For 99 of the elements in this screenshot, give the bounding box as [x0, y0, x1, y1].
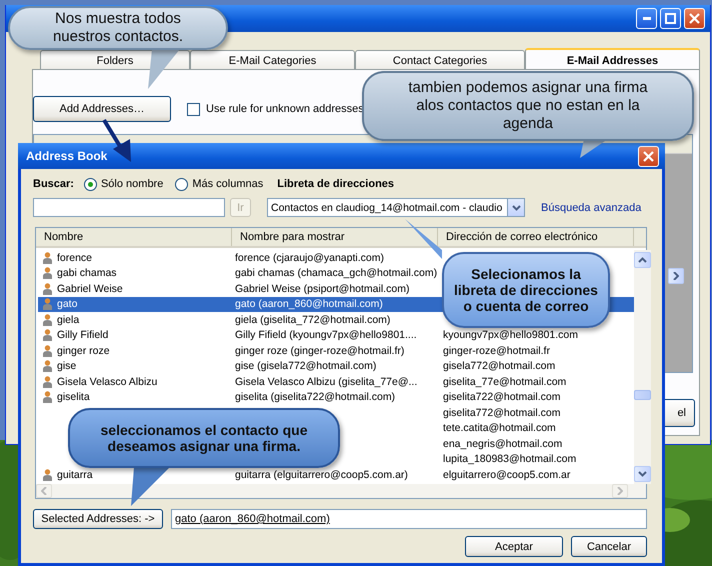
callout-pointer [146, 49, 182, 91]
table-cell: gato (aaron_860@hotmail.com) [235, 298, 383, 310]
window-title: Address Book [26, 149, 108, 163]
contact-icon [43, 329, 52, 342]
checkbox-label: Use rule for unknown addresses [206, 103, 364, 115]
callout-pointer [128, 467, 172, 507]
search-field[interactable] [33, 198, 225, 217]
table-cell: gato [57, 298, 78, 310]
chevron-right-icon [617, 487, 623, 495]
contact-icon [43, 344, 52, 357]
table-cell: gabi chamas [57, 267, 117, 280]
list-row[interactable]: Gisela Velasco Albizu Gisela Velasco Albizu (giselita_77e@... giselita_77e@hotmail.com [38, 374, 634, 390]
callout-tooltip: seleccionamos el contacto que deseamos asignar una firma. [68, 408, 340, 468]
address-book-label: Libreta de direcciones [277, 178, 394, 190]
dropdown-button[interactable] [507, 198, 525, 217]
checkbox[interactable] [187, 102, 200, 116]
contact-icon [43, 267, 52, 280]
callout-tooltip: Nos muestra todos nuestros contactos. [8, 6, 228, 50]
list-row[interactable]: forence forence (cjaraujo@yanapti.com) [38, 250, 438, 266]
minimize-button[interactable] [636, 8, 657, 29]
contact-icon [43, 376, 52, 388]
list-row[interactable]: giselita giselita (giselita722@hotmail.com) giselita722@hotmail.com [38, 390, 634, 405]
column-header[interactable]: Dirección de correo electrónico [438, 228, 634, 246]
table-cell: gisela772@hotmail.com [443, 360, 556, 372]
list-row[interactable]: giela giela (giselita_772@hotmail.com) [38, 312, 438, 328]
table-cell: giselita [57, 391, 90, 404]
table-cell: gise (gisela772@hotmail.com) [235, 360, 376, 372]
scrollbar[interactable] [634, 250, 651, 484]
dialog-button[interactable]: Aceptar [465, 536, 563, 557]
list-row[interactable]: Gabriel Weise Gabriel Weise (psiport@hotmail.com) [38, 281, 438, 296]
tab[interactable]: E-Mail Addresses [525, 48, 700, 71]
callout-tooltip: Selecionamos la libreta de direcciones o cuenta de correo [442, 252, 610, 328]
table-cell: giselita (giselita722@hotmail.com) [235, 391, 396, 404]
search-label: Buscar: [33, 178, 74, 190]
selected-addresses-field[interactable]: gato (aaron_860@hotmail.com) [171, 509, 647, 529]
table-cell: giselita722@hotmail.com [443, 391, 560, 404]
table-cell: forence [57, 252, 92, 264]
table-cell: ginger roze (ginger-roze@hotmail.fr) [235, 344, 404, 357]
table-cell: Gabriel Weise (psiport@hotmail.com) [235, 282, 410, 295]
table-cell: gise [57, 360, 76, 372]
column-header[interactable]: Nombre [36, 228, 232, 246]
table-cell: elguitarrero@coop5.com.ar [443, 468, 570, 481]
radio-button[interactable] [84, 178, 97, 190]
chevron-down-icon [512, 204, 520, 210]
chevron-up-icon [638, 257, 647, 263]
table-cell: forence (cjaraujo@yanapti.com) [235, 252, 384, 264]
list-row[interactable]: guitarra guitarra (elguitarrero@coop5.com.ar) elguitarrero@coop5.com.ar [38, 467, 634, 482]
table-cell: lupita_180983@hotmail.com [443, 453, 576, 466]
address-book-dropdown[interactable]: Contactos en claudiog_14@hotmail.com - claudio [267, 198, 507, 217]
scroll-thumb[interactable] [634, 390, 651, 400]
close-icon [643, 150, 654, 162]
dialog-button[interactable]: Cancelar [571, 536, 647, 557]
table-cell: giselita_77e@hotmail.com [443, 376, 566, 388]
chevron-down-icon [638, 471, 647, 477]
contact-icon [43, 282, 52, 295]
scroll-down-button[interactable] [634, 466, 651, 482]
table-cell: giela [57, 314, 80, 326]
close-button[interactable] [638, 146, 659, 166]
contact-icon [43, 298, 52, 310]
scroll-right-button[interactable] [668, 268, 684, 284]
close-icon [689, 13, 700, 24]
contact-icon [43, 360, 52, 372]
tab[interactable]: Contact Categories [355, 50, 525, 71]
add-addresses-button[interactable]: Add Addresses… [33, 96, 171, 122]
chevron-left-icon [41, 487, 47, 495]
table-cell: kyoungv7px@hello9801.com [443, 329, 578, 342]
list-row[interactable]: gise gise (gisela772@hotmail.com) gisela772@hotmail.com [38, 358, 634, 374]
table-cell: Gisela Velasco Albizu (giselita_77e@... [235, 376, 418, 388]
callout-tooltip: tambien podemos asignar una firma alos contactos que no estan en la agenda [362, 71, 694, 141]
contact-icon [43, 314, 52, 326]
radio-label: Sólo nombre [100, 178, 164, 190]
selected-addresses-button[interactable]: Selected Addresses: -> [33, 509, 163, 529]
table-cell: gabi chamas (chamaca_gch@hotmail.com) [235, 267, 438, 280]
radio-button[interactable] [175, 178, 188, 190]
radio-label: Más columnas [192, 178, 264, 190]
advanced-search-link[interactable]: Búsqueda avanzada [541, 202, 642, 214]
chevron-right-icon [673, 272, 679, 280]
table-cell: guitarra (elguitarrero@coop5.com.ar) [235, 468, 408, 481]
table-cell: Gisela Velasco Albizu [57, 376, 158, 388]
contact-icon [43, 391, 52, 404]
list-row[interactable]: ginger roze ginger roze (ginger-roze@hotmail.fr) ginger-roze@hotmail.fr [38, 343, 634, 358]
scroll-up-button[interactable] [634, 252, 651, 268]
table-cell: giselita772@hotmail.com [443, 406, 560, 419]
close-button[interactable] [684, 8, 705, 29]
list-row[interactable]: gabi chamas gabi chamas (chamaca_gch@hotmail.com) [38, 266, 438, 281]
tab[interactable]: E-Mail Categories [190, 50, 355, 71]
contact-icon [43, 468, 52, 481]
minimize-icon [642, 17, 650, 20]
maximize-icon [665, 13, 676, 24]
table-cell: ginger roze [57, 344, 110, 357]
table-cell: Gabriel Weise [57, 282, 123, 295]
table-cell: Gilly Fifield (kyoungv7px@hello9801.... [235, 329, 417, 342]
list-row[interactable]: Gilly Fifield Gilly Fifield (kyoungv7px@hello9801.... kyoungv7px@hello9801.com [38, 328, 634, 343]
contact-icon [43, 252, 52, 264]
table-cell: Gilly Fifield [57, 329, 108, 342]
table-cell: guitarra [57, 468, 93, 481]
table-cell: ginger-roze@hotmail.fr [443, 344, 550, 357]
table-cell: giela (giselita_772@hotmail.com) [235, 314, 390, 326]
maximize-button[interactable] [660, 8, 681, 29]
